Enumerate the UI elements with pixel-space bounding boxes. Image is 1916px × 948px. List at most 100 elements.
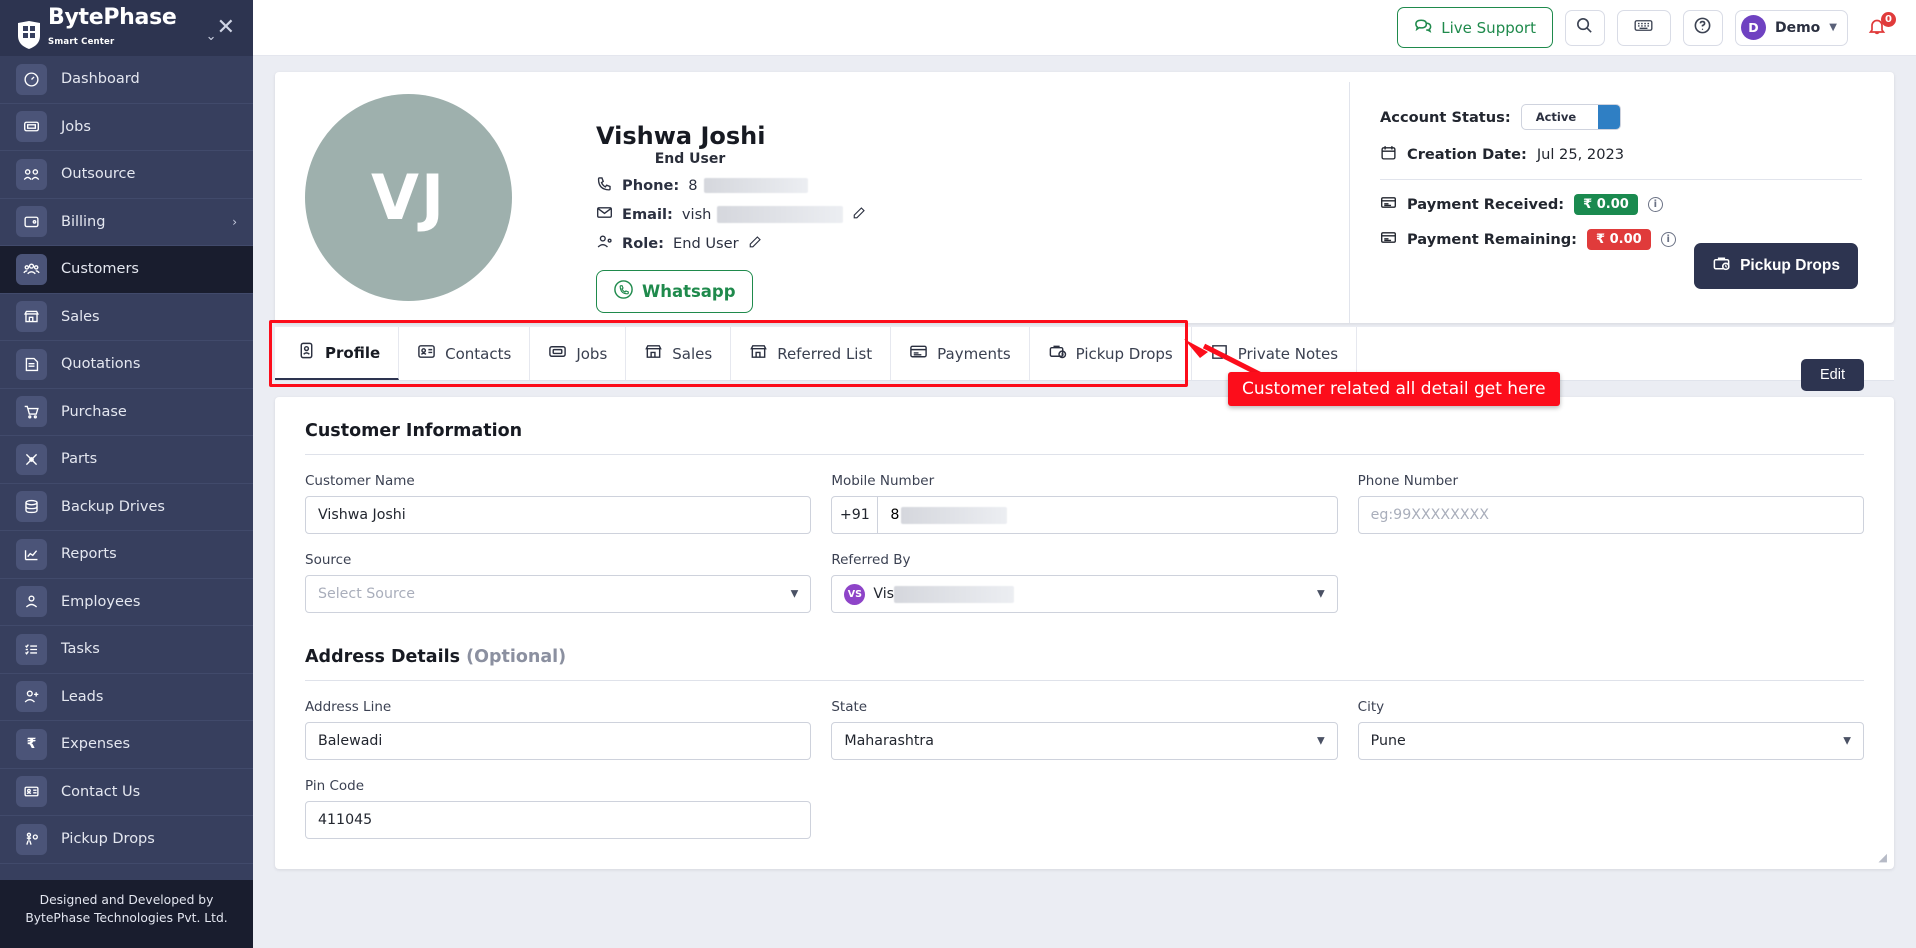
role-label: Role: xyxy=(622,235,664,252)
edit-role-button[interactable] xyxy=(748,234,763,253)
tab-sales[interactable]: Sales xyxy=(626,327,732,380)
edit-email-button[interactable] xyxy=(852,205,867,224)
chevron-down-icon[interactable]: ⌄ xyxy=(206,29,217,50)
purchase-icon xyxy=(16,396,47,428)
leads-icon xyxy=(16,681,47,713)
pickup-drops-icon xyxy=(1712,254,1731,278)
sidebar: BytePhase Smart Center ⌄ ✕ Dashboard Job… xyxy=(0,0,253,948)
outsource-icon xyxy=(16,158,47,190)
main-area: Live Support D Demo ▼ 0 VJ Vishwa Joshi xyxy=(253,0,1916,948)
dashboard-icon xyxy=(16,63,47,95)
close-icon[interactable]: ✕ xyxy=(217,17,235,39)
info-icon[interactable]: i xyxy=(1647,197,1663,212)
live-support-button[interactable]: Live Support xyxy=(1397,7,1553,48)
customer-name-input[interactable]: Vishwa Joshi xyxy=(305,496,812,534)
notifications-button[interactable]: 0 xyxy=(1860,10,1896,46)
source-value: Select Source xyxy=(318,586,416,602)
payment-remaining-label: Payment Remaining: xyxy=(1407,231,1578,248)
sidebar-item-customers[interactable]: Customers xyxy=(0,246,253,294)
keyboard-shortcuts-button[interactable] xyxy=(1616,9,1671,46)
mobile-number-value: 8 xyxy=(890,507,900,523)
sales-tab-icon xyxy=(644,342,663,365)
sidebar-item-contact-us[interactable]: Contact Us xyxy=(0,769,253,816)
sidebar-item-label: Leads xyxy=(61,688,104,705)
phone-number-input[interactable]: eg:99XXXXXXXX xyxy=(1357,496,1864,534)
card-icon xyxy=(1380,194,1397,215)
email-row: Email: vish xyxy=(596,204,1349,225)
resize-handle-icon[interactable]: ◢ xyxy=(1879,851,1887,864)
mobile-number-input-group[interactable]: +91 8 xyxy=(831,496,1338,534)
field-source: Source Select Source ▼ xyxy=(305,552,812,613)
phone-redacted xyxy=(703,178,808,193)
whatsapp-button[interactable]: Whatsapp xyxy=(596,270,753,313)
sidebar-item-dashboard[interactable]: Dashboard xyxy=(0,56,253,104)
mobile-number-input[interactable]: 8 xyxy=(878,497,1336,533)
referred-by-select[interactable]: VS Vis ▼ xyxy=(831,575,1338,613)
tab-label: Profile xyxy=(325,343,381,362)
address-line-input[interactable]: Balewadi xyxy=(305,722,812,760)
sidebar-item-label: Purchase xyxy=(61,403,127,420)
sidebar-item-reports[interactable]: Reports xyxy=(0,531,253,579)
sidebar-item-pickup-drops[interactable]: Pickup Drops xyxy=(0,816,253,864)
section-title-address-details: Address Details (Optional) xyxy=(305,647,1864,667)
sidebar-item-tasks[interactable]: Tasks xyxy=(0,626,253,674)
source-select[interactable]: Select Source ▼ xyxy=(305,575,812,613)
sidebar-item-parts[interactable]: Parts xyxy=(0,436,253,484)
city-label: City xyxy=(1357,699,1385,715)
sidebar-item-label: Tasks xyxy=(61,641,100,658)
status-toggle[interactable] xyxy=(1598,105,1621,129)
sidebar-item-billing[interactable]: Billing › xyxy=(0,199,253,246)
tab-contacts[interactable]: Contacts xyxy=(399,327,531,380)
referred-by-value: Vis xyxy=(873,586,895,602)
tab-pickup-drops[interactable]: Pickup Drops xyxy=(1030,327,1192,380)
chat-icon xyxy=(1414,16,1433,39)
sidebar-item-leads[interactable]: Leads xyxy=(0,674,253,721)
sidebar-item-label: Customers xyxy=(61,261,139,278)
sidebar-item-label: Sales xyxy=(61,308,100,325)
city-select[interactable]: Pune ▼ xyxy=(1357,722,1864,760)
tab-profile[interactable]: Profile xyxy=(275,327,400,380)
field-mobile-number: Mobile Number +91 8 xyxy=(831,473,1338,534)
edit-button[interactable]: Edit xyxy=(1801,359,1864,391)
tab-payments[interactable]: Payments xyxy=(891,327,1030,380)
status-badge[interactable]: Active xyxy=(1520,104,1622,130)
user-menu-button[interactable]: D Demo ▼ xyxy=(1734,9,1848,46)
brand-logo-block[interactable]: BytePhase Smart Center ⌄ xyxy=(16,6,217,50)
tab-referred-list[interactable]: Referred List xyxy=(731,327,892,380)
mobile-number-label: Mobile Number xyxy=(831,473,935,489)
sidebar-item-outsource[interactable]: Outsource xyxy=(0,151,253,199)
sidebar-item-employees[interactable]: Employees xyxy=(0,579,253,626)
pickup-drops-button[interactable]: Pickup Drops xyxy=(1694,243,1858,289)
backup-drives-icon xyxy=(16,491,47,523)
referred-by-redacted xyxy=(894,585,1015,603)
sidebar-item-jobs[interactable]: Jobs xyxy=(0,104,253,151)
chevron-down-icon: ▼ xyxy=(1843,735,1851,747)
search-button[interactable] xyxy=(1564,9,1605,46)
pickup-drops-icon xyxy=(16,823,47,855)
topbar: Live Support D Demo ▼ 0 xyxy=(253,0,1916,56)
sidebar-item-quotations[interactable]: Quotations xyxy=(0,341,253,389)
customer-role-subtitle: End User xyxy=(654,151,726,167)
email-label: Email: xyxy=(622,206,673,223)
quotations-icon xyxy=(16,348,47,380)
info-icon[interactable]: i xyxy=(1660,232,1676,247)
pin-code-input[interactable]: 411045 xyxy=(305,801,812,839)
tasks-icon xyxy=(16,633,47,665)
sidebar-header: BytePhase Smart Center ⌄ ✕ xyxy=(0,0,253,56)
state-select[interactable]: Maharashtra ▼ xyxy=(831,722,1338,760)
bytephase-shield-icon xyxy=(16,20,42,50)
phone-value: 8 xyxy=(688,177,698,194)
sidebar-item-purchase[interactable]: Purchase xyxy=(0,389,253,436)
help-button[interactable] xyxy=(1682,9,1723,46)
chevron-down-icon: ▼ xyxy=(1316,588,1325,600)
page-title: Vishwa Joshi xyxy=(596,122,766,150)
sidebar-item-label: Parts xyxy=(61,451,98,468)
city-value: Pune xyxy=(1370,733,1406,749)
tab-jobs[interactable]: Jobs xyxy=(530,327,627,380)
payment-received-row: Payment Received: ₹ 0.00 i xyxy=(1380,194,1862,215)
sidebar-item-backup-drives[interactable]: Backup Drives xyxy=(0,484,253,531)
customers-icon xyxy=(16,253,47,285)
sidebar-item-expenses[interactable]: ₹ Expenses xyxy=(0,721,253,769)
sidebar-item-sales[interactable]: Sales xyxy=(0,294,253,341)
tab-label: Referred List xyxy=(777,344,873,363)
